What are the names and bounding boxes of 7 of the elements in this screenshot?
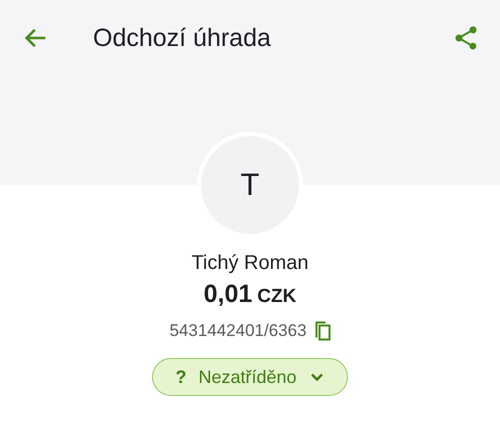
- amount: 0,01: [204, 280, 252, 309]
- copy-icon[interactable]: [314, 321, 331, 341]
- counterparty-name: Tichý Roman: [191, 252, 309, 275]
- account-number: 5431442401/6363: [169, 321, 307, 341]
- category-chip[interactable]: ? Nezatříděno: [152, 358, 348, 396]
- currency: CZK: [257, 286, 296, 308]
- screen-title: Odchozí úhrada: [93, 24, 272, 52]
